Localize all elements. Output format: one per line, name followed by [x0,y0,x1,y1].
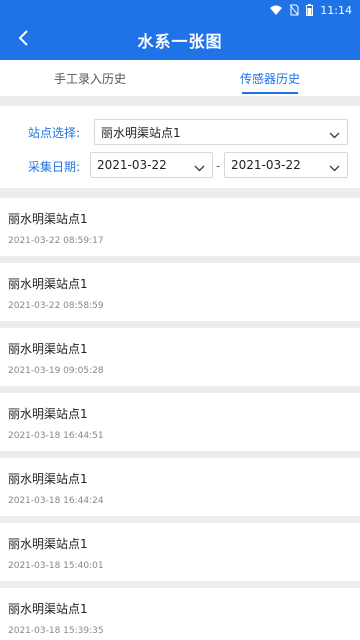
tab-label: 传感器历史 [239,71,300,86]
status-time: 11:14 [320,3,352,17]
start-date-value: 2021-03-22 [97,158,167,172]
no-sim-icon [289,4,299,16]
record-time: 2021-03-18 16:44:24 [8,496,104,506]
list-item[interactable]: 丽水明渠站点1 2021-03-18 15:40:01 [0,523,360,581]
record-station: 丽水明渠站点1 [8,472,88,486]
wifi-icon [270,5,283,15]
list-item[interactable]: 丽水明渠站点1 2021-03-18 16:44:24 [0,458,360,516]
list-item[interactable]: 丽水明渠站点1 2021-03-18 15:39:35 [0,588,360,640]
station-select[interactable]: 丽水明渠站点1 [94,119,348,145]
status-bar: 11:14 [0,0,360,20]
record-station: 丽水明渠站点1 [8,277,88,291]
record-time: 2021-03-18 15:40:01 [8,561,104,571]
record-station: 丽水明渠站点1 [8,537,88,551]
chevron-down-icon [194,161,205,175]
chevron-left-icon [18,29,30,51]
battery-icon [306,4,314,16]
station-value: 丽水明渠站点1 [101,125,181,140]
record-time: 2021-03-18 15:39:35 [8,626,104,636]
tab-active-indicator [242,92,298,94]
record-station: 丽水明渠站点1 [8,602,88,616]
list-item[interactable]: 丽水明渠站点1 2021-03-19 09:05:28 [0,328,360,386]
end-date-select[interactable]: 2021-03-22 [224,152,348,178]
record-time: 2021-03-19 09:05:28 [8,366,104,376]
date-label: 采集日期: [27,160,80,174]
tab-sensor-history[interactable]: 传感器历史 [180,60,360,96]
record-list: 丽水明渠站点1 2021-03-22 08:59:17 丽水明渠站点1 2021… [0,198,360,640]
start-date-select[interactable]: 2021-03-22 [90,152,213,178]
record-station: 丽水明渠站点1 [8,407,88,421]
tab-manual-history[interactable]: 手工录入历史 [0,60,180,96]
date-separator: - [216,159,221,173]
app-bar: 水系一张图 [0,20,360,60]
station-label: 站点选择: [27,126,80,140]
list-item[interactable]: 丽水明渠站点1 2021-03-22 08:58:59 [0,263,360,321]
chevron-down-icon [329,128,340,142]
list-item[interactable]: 丽水明渠站点1 2021-03-18 16:44:51 [0,393,360,451]
record-time: 2021-03-22 08:58:59 [8,301,104,311]
record-station: 丽水明渠站点1 [8,212,88,226]
back-button[interactable] [8,24,40,56]
record-station: 丽水明渠站点1 [8,342,88,356]
page-title: 水系一张图 [137,32,223,51]
tab-label: 手工录入历史 [53,71,126,86]
record-time: 2021-03-22 08:59:17 [8,236,104,246]
list-item[interactable]: 丽水明渠站点1 2021-03-22 08:59:17 [0,198,360,256]
tab-bar: 手工录入历史 传感器历史 [0,60,360,96]
filter-panel: 站点选择: 丽水明渠站点1 采集日期: 2021-03-22 - 2021-03… [0,106,360,188]
end-date-value: 2021-03-22 [231,158,301,172]
chevron-down-icon [329,161,340,175]
record-time: 2021-03-18 16:44:51 [8,431,104,441]
